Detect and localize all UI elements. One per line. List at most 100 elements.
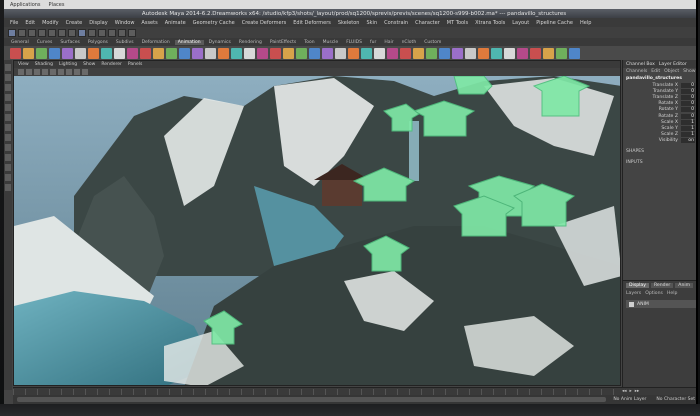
menu-item[interactable]: Layout — [512, 20, 529, 26]
new-scene-button[interactable] — [18, 28, 26, 37]
layout-single-icon[interactable] — [5, 164, 11, 171]
play-back-icon[interactable]: ◂◂ — [622, 389, 627, 394]
shelf-tool-icon[interactable] — [530, 47, 541, 59]
shelf-tool-icon[interactable] — [543, 47, 554, 59]
channel-value-field[interactable]: 0 — [681, 94, 695, 100]
shelf-tool-icon[interactable] — [231, 47, 242, 59]
snap-curve-button[interactable] — [88, 28, 96, 37]
shelf-tool-icon[interactable] — [23, 47, 34, 59]
snap-grid-button[interactable] — [78, 28, 86, 37]
render-settings-button[interactable] — [128, 28, 136, 37]
visibility-toggle-icon[interactable] — [629, 301, 634, 307]
channel-row[interactable]: Translate X0 — [623, 82, 696, 88]
shelf-tab[interactable]: Surfaces — [57, 40, 83, 45]
menu-item[interactable]: Create — [66, 20, 83, 26]
menu-item[interactable]: Skeleton — [338, 20, 360, 26]
shelf-tool-icon[interactable] — [218, 47, 229, 59]
shelf-tool-icon[interactable] — [348, 47, 359, 59]
channel-value-field[interactable]: 0 — [681, 101, 695, 107]
channel-value-field[interactable]: 0 — [681, 82, 695, 88]
channel-value-field[interactable]: 0 — [681, 113, 695, 119]
character-set-field[interactable]: No Character Set — [653, 397, 696, 402]
menu-item[interactable]: Character — [415, 20, 440, 26]
shelf-tool-icon[interactable] — [36, 47, 47, 59]
shelf-tool-icon[interactable] — [88, 47, 99, 59]
camera-icon[interactable] — [18, 69, 24, 75]
ipr-button[interactable] — [118, 28, 126, 37]
channel-value-field[interactable]: 0 — [681, 107, 695, 113]
channel-row[interactable]: Translate Y0 — [623, 88, 696, 94]
perspective-viewport[interactable]: View Shading Lighting Show Renderer Pane… — [13, 60, 621, 386]
shelf-tool-icon[interactable] — [10, 47, 21, 59]
universal-manip-icon[interactable] — [5, 124, 11, 131]
layer-menu-help[interactable]: Help — [667, 291, 677, 296]
wireframe-icon[interactable] — [34, 69, 40, 75]
anim-layer-field[interactable]: No Anim Layer — [610, 397, 649, 402]
shelf-tool-icon[interactable] — [283, 47, 294, 59]
shelf-tool-icon[interactable] — [62, 47, 73, 59]
viewport-menu-shading[interactable]: Shading — [35, 62, 53, 67]
shelf-tool-icon[interactable] — [491, 47, 502, 59]
move-tool-icon[interactable] — [5, 94, 11, 101]
shelf-tool-icon[interactable] — [153, 47, 164, 59]
scale-tool-icon[interactable] — [5, 114, 11, 121]
channel-row[interactable]: Scale Y1 — [623, 125, 696, 131]
shelf-tool-icon[interactable] — [192, 47, 203, 59]
viewport-menu-show[interactable]: Show — [83, 62, 95, 67]
layout-persp-outliner-icon[interactable] — [5, 184, 11, 191]
shelf-tool-icon[interactable] — [127, 47, 138, 59]
shelf-tool-icon[interactable] — [556, 47, 567, 59]
shelf-tool-icon[interactable] — [296, 47, 307, 59]
shelf-tab[interactable]: nCloth — [399, 40, 420, 45]
open-scene-button[interactable] — [28, 28, 36, 37]
layer-row[interactable]: ANIM — [626, 300, 696, 308]
rotate-tool-icon[interactable] — [5, 104, 11, 111]
shelf-tool-icon[interactable] — [504, 47, 515, 59]
shelf-tool-icon[interactable] — [166, 47, 177, 59]
play-forward-icon[interactable]: ▸▸ — [635, 389, 640, 394]
channel-row[interactable]: Translate Z0 — [623, 94, 696, 100]
channel-row[interactable]: Rotate Z0 — [623, 113, 696, 119]
channel-value-field[interactable]: 1 — [681, 125, 695, 131]
shelf-tab[interactable]: Deformation — [139, 40, 173, 45]
shelf-tab[interactable]: Muscle — [320, 40, 342, 45]
layout-four-icon[interactable] — [5, 174, 11, 181]
channel-row[interactable]: Rotate X0 — [623, 101, 696, 107]
select-tool-icon[interactable] — [5, 64, 11, 71]
channel-row[interactable]: Scale Z1 — [623, 132, 696, 138]
shelf-tab-active[interactable]: Animation — [174, 39, 204, 45]
edit-menu[interactable]: Edit — [651, 69, 660, 74]
channel-value-field[interactable]: 0 — [681, 88, 695, 94]
shadows-icon[interactable] — [66, 69, 72, 75]
last-tool-icon[interactable] — [5, 154, 11, 161]
shelf-tool-icon[interactable] — [101, 47, 112, 59]
mode-dropdown[interactable] — [8, 28, 16, 37]
shelf-tool-icon[interactable] — [335, 47, 346, 59]
shelf-tab[interactable]: Polygons — [85, 40, 111, 45]
shelf-tab[interactable]: FLUIDS — [343, 40, 365, 45]
shapes-section[interactable]: SHAPES — [623, 148, 696, 155]
os-menu-applications[interactable]: Applications — [10, 2, 41, 8]
shelf-tool-icon[interactable] — [49, 47, 60, 59]
grid-icon[interactable] — [26, 69, 32, 75]
soft-mod-icon[interactable] — [5, 134, 11, 141]
shelf-tool-icon[interactable] — [75, 47, 86, 59]
layer-menu-layers[interactable]: Layers — [626, 291, 641, 296]
menu-item[interactable]: Edit — [25, 20, 35, 26]
viewport-menu-renderer[interactable]: Renderer — [101, 62, 122, 67]
menu-item[interactable]: Geometry Cache — [193, 20, 235, 26]
shelf-tool-icon[interactable] — [439, 47, 450, 59]
channel-value-field[interactable]: 1 — [681, 132, 695, 138]
channel-box-title[interactable]: Channel Box — [626, 62, 655, 67]
shelf-tool-icon[interactable] — [205, 47, 216, 59]
shelf-tab[interactable]: Subdivs — [113, 40, 137, 45]
shelf-tool-icon[interactable] — [140, 47, 151, 59]
shelf-tool-icon[interactable] — [361, 47, 372, 59]
shelf-tool-icon[interactable] — [179, 47, 190, 59]
shelf-tool-icon[interactable] — [569, 47, 580, 59]
select-hierarchy-button[interactable] — [48, 28, 56, 37]
menu-item[interactable]: Assets — [141, 20, 157, 26]
lights-icon[interactable] — [58, 69, 64, 75]
shelf-tool-icon[interactable] — [387, 47, 398, 59]
menu-item[interactable]: MT Tools — [447, 20, 468, 26]
